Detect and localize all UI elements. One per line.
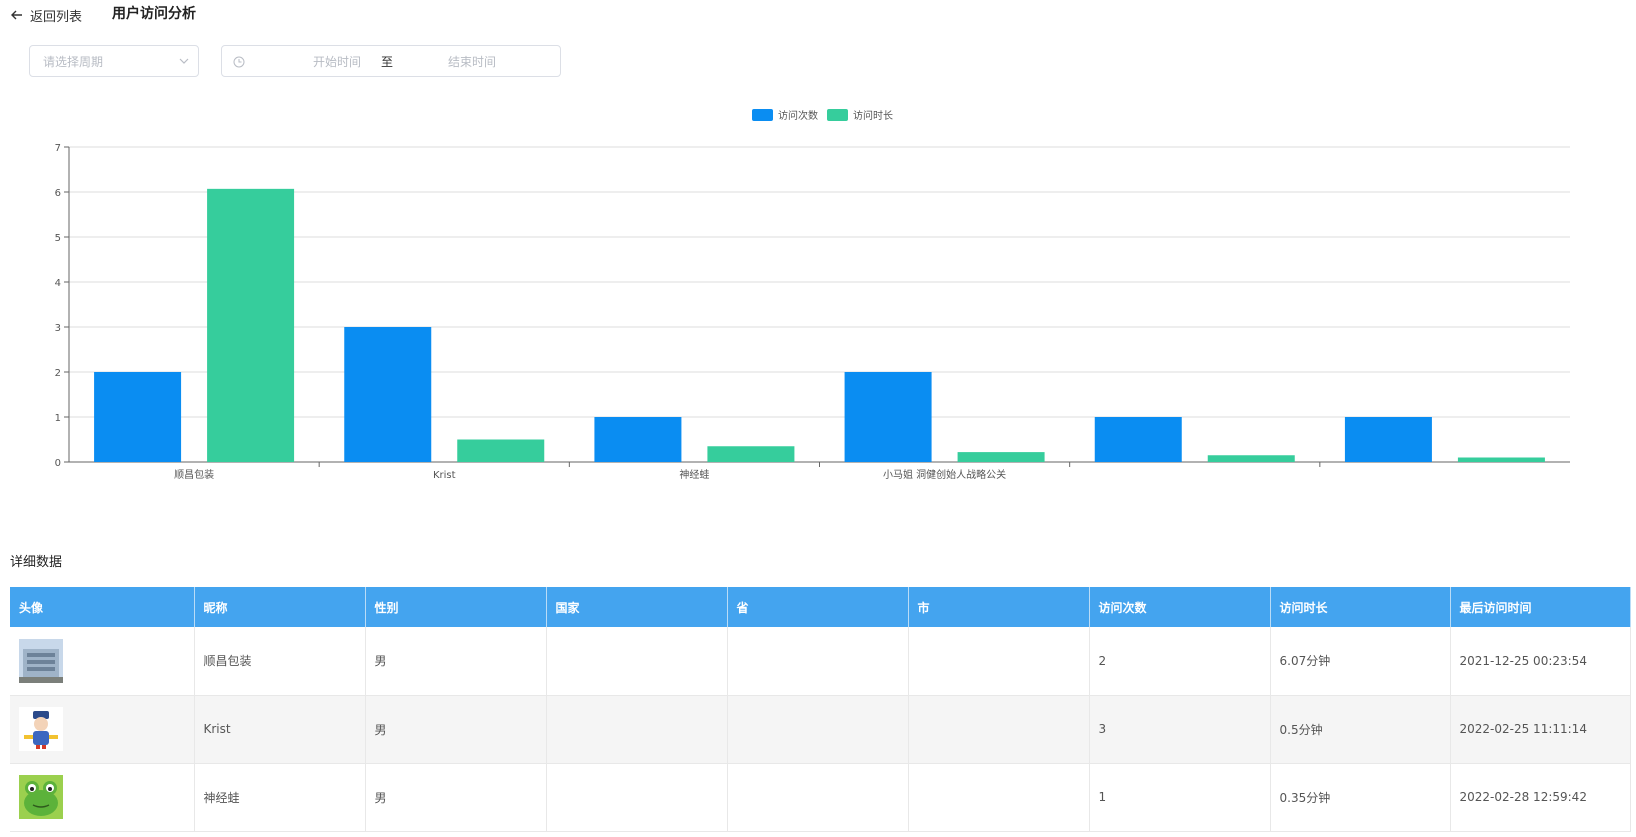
- bar-visits: [844, 372, 932, 462]
- cartoon-character-avatar: [19, 707, 63, 751]
- visits-cell: 2: [1089, 627, 1271, 696]
- back-to-list-link[interactable]: 返回列表: [10, 6, 82, 25]
- y-tick-label: 1: [55, 413, 61, 424]
- province-cell: [727, 763, 909, 832]
- duration-cell: 0.5分钟: [1270, 695, 1451, 764]
- frog-avatar: [19, 775, 63, 819]
- bar-duration: [1207, 455, 1295, 462]
- x-tick-label: Krist: [433, 470, 456, 481]
- bar-visits: [94, 372, 182, 462]
- column-header: 最后访问时间: [1450, 587, 1631, 627]
- last-visit-cell: 2021-12-25 00:23:54: [1450, 627, 1631, 696]
- city-cell: [908, 695, 1090, 764]
- gender-cell: 男: [365, 763, 547, 832]
- y-tick-label: 4: [55, 278, 61, 289]
- y-tick-label: 7: [55, 143, 61, 154]
- city-cell: [908, 763, 1090, 832]
- bar-duration: [707, 446, 795, 462]
- nickname-cell: 神经蛙: [194, 763, 366, 832]
- column-header: 访问次数: [1089, 587, 1271, 627]
- y-tick-label: 3: [55, 323, 61, 334]
- y-tick-label: 2: [55, 368, 61, 379]
- detail-table: 头像 昵称 性别 国家 省 市 访问次数 访问时长 最后访问时间 顺昌包装 男 …: [10, 587, 1631, 832]
- bar-visits: [1094, 417, 1182, 462]
- period-select[interactable]: 请选择周期: [29, 45, 199, 77]
- table-header-row: 头像 昵称 性别 国家 省 市 访问次数 访问时长 最后访问时间: [10, 587, 1631, 627]
- table-row: 顺昌包装 男 2 6.07分钟 2021-12-25 00:23:54: [10, 627, 1631, 696]
- building-avatar: [19, 638, 63, 683]
- bar-visits: [594, 417, 682, 462]
- column-header: 国家: [546, 587, 728, 627]
- last-visit-cell: 2022-02-28 12:59:42: [1450, 763, 1631, 832]
- bar-duration: [457, 439, 545, 462]
- section-title: 详细数据: [10, 555, 63, 570]
- nickname-cell: 顺昌包装: [194, 627, 366, 696]
- column-header: 昵称: [194, 587, 366, 627]
- country-cell: [546, 763, 728, 832]
- bar-duration: [207, 188, 295, 462]
- y-tick-label: 0: [55, 458, 61, 469]
- bar-duration: [957, 452, 1045, 462]
- visits-cell: 3: [1089, 695, 1271, 764]
- x-tick-label: 神经蛙: [679, 468, 709, 481]
- visit-bar-chart: 0 1 2 3 4 5 6 7 顺昌包装 Krist 神经蛙 小马姐 洞健创始人战略公关 访问次数 访问时…: [55, 109, 1570, 481]
- visits-cell: 1: [1089, 763, 1271, 832]
- date-range-picker[interactable]: 开始时间 至 结束时间: [221, 45, 561, 77]
- bar-visits: [1344, 417, 1432, 462]
- column-header: 市: [908, 587, 1090, 627]
- province-cell: [727, 627, 909, 696]
- range-separator: 至: [380, 55, 393, 69]
- bar-duration: [1457, 457, 1545, 462]
- legend-label: 访问次数: [778, 109, 818, 122]
- y-tick-label: 5: [55, 233, 61, 244]
- avatar-cell: [10, 763, 195, 832]
- column-header: 性别: [365, 587, 547, 627]
- x-tick-label: 顺昌包装: [174, 468, 214, 481]
- x-tick-label: 小马姐 洞健创始人战略公关: [883, 468, 1006, 481]
- column-header: 省: [727, 587, 909, 627]
- y-tick-label: 6: [55, 188, 61, 199]
- avatar-cell: [10, 627, 195, 696]
- chevron-down-icon: [179, 58, 189, 64]
- country-cell: [546, 695, 728, 764]
- duration-cell: 6.07分钟: [1270, 627, 1451, 696]
- column-header: 访问时长: [1270, 587, 1451, 627]
- page-title: 用户访问分析: [112, 6, 196, 22]
- last-visit-cell: 2022-02-25 11:11:14: [1450, 695, 1631, 764]
- avatar-cell: [10, 695, 195, 764]
- province-cell: [727, 695, 909, 764]
- country-cell: [546, 627, 728, 696]
- duration-cell: 0.35分钟: [1270, 763, 1451, 832]
- table-row: 神经蛙 男 1 0.35分钟 2022-02-28 12:59:42: [10, 763, 1631, 832]
- nickname-cell: Krist: [194, 695, 366, 764]
- table-row: Krist 男 3 0.5分钟 2022-02-25 11:11:14: [10, 695, 1631, 764]
- legend-swatch: [827, 109, 848, 121]
- end-time-input[interactable]: 结束时间: [422, 53, 522, 70]
- bar-visits: [344, 327, 432, 462]
- arrow-left-icon: [11, 10, 22, 20]
- back-label: 返回列表: [30, 9, 83, 25]
- period-placeholder: 请选择周期: [43, 55, 104, 69]
- city-cell: [908, 627, 1090, 696]
- legend-swatch: [752, 109, 773, 121]
- start-time-input[interactable]: 开始时间: [287, 53, 387, 70]
- clock-icon: [233, 56, 245, 68]
- column-header: 头像: [10, 587, 195, 627]
- gender-cell: 男: [365, 695, 547, 764]
- legend-label: 访问时长: [853, 109, 893, 122]
- gender-cell: 男: [365, 627, 547, 696]
